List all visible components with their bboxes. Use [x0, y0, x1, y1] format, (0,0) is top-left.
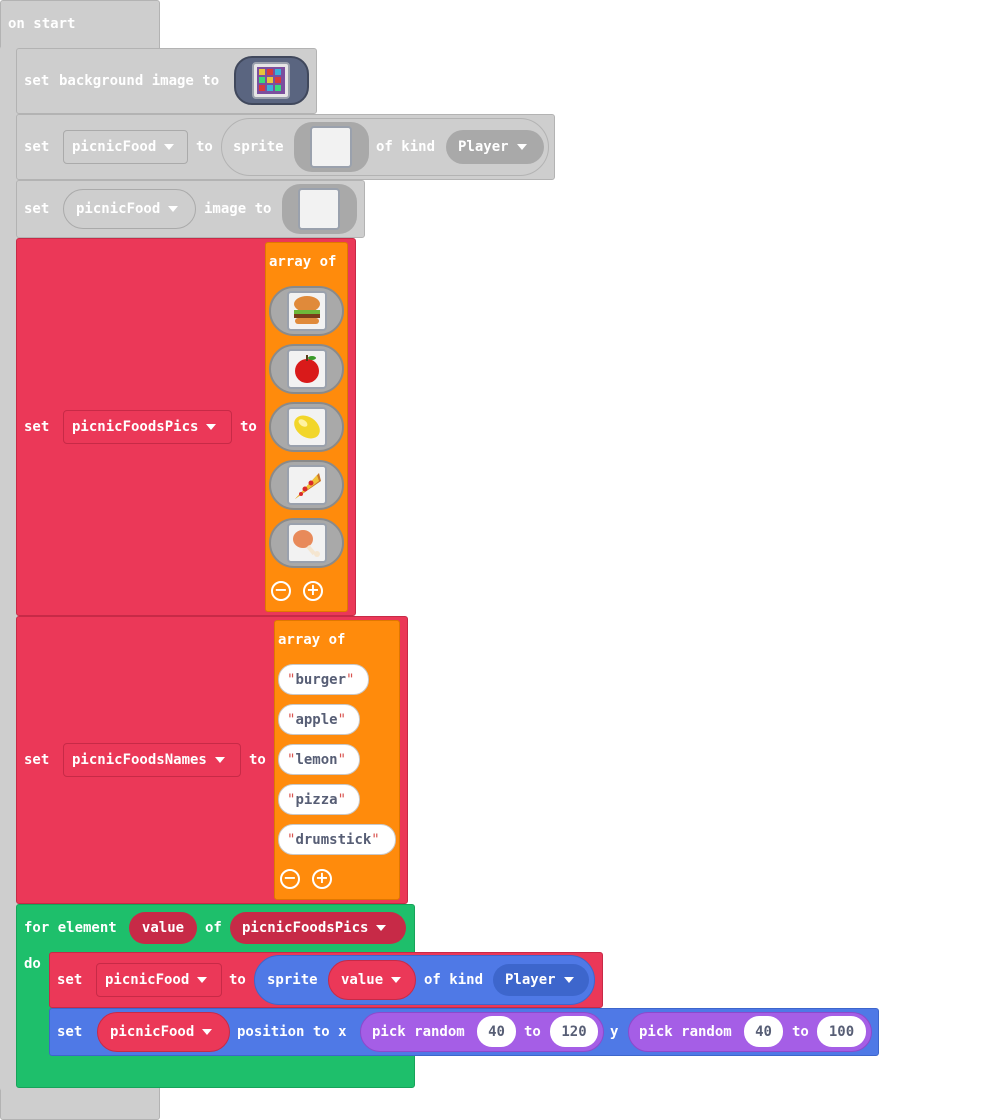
variable-name: picnicFoodsNames	[72, 752, 207, 768]
array-variable-dropdown[interactable]: picnicFoodsPics	[230, 912, 406, 944]
image-to-label: image to	[204, 201, 272, 217]
chevron-down-icon	[164, 144, 175, 150]
to-label: to	[229, 972, 246, 988]
chevron-down-icon	[516, 144, 527, 150]
array-variable-name: picnicFoodsPics	[242, 920, 369, 936]
y-label: y	[610, 1024, 619, 1040]
add-item-button[interactable]: +	[303, 581, 323, 601]
variable-name: picnicFood	[110, 1024, 195, 1040]
chevron-down-icon	[202, 1029, 213, 1035]
set-keyword: set	[24, 419, 50, 435]
variable-name: picnicFood	[76, 201, 161, 217]
loop-variable-name: value	[141, 920, 185, 936]
string-item-drumstick[interactable]: " drumstick "	[278, 824, 396, 855]
set-keyword: set	[24, 752, 50, 768]
sprite-label: sprite	[267, 972, 318, 988]
drumstick-graphic	[293, 530, 320, 557]
chevron-down-icon	[197, 977, 208, 983]
to-label: to	[792, 1024, 809, 1040]
background-image-label: background image to	[59, 73, 220, 89]
tiled-pattern-graphic	[257, 67, 285, 94]
to-label: to	[524, 1024, 541, 1040]
lemon-icon[interactable]	[287, 407, 327, 447]
variable-name: picnicFood	[72, 139, 157, 155]
to-label: to	[196, 139, 213, 155]
variable-name: picnicFood	[105, 972, 190, 988]
variable-dropdown[interactable]: picnicFoodsNames	[63, 743, 241, 777]
kind-name: Player	[505, 972, 556, 988]
on-start-inner-bar	[0, 46, 16, 1091]
string-item-burger[interactable]: " burger "	[278, 664, 369, 695]
variable-dropdown[interactable]: picnicFoodsPics	[63, 410, 232, 444]
kind-name: Player	[458, 139, 509, 155]
y-max-input[interactable]: 100	[817, 1016, 866, 1047]
burger-icon[interactable]	[287, 291, 327, 331]
of-label: of	[205, 920, 222, 936]
chevron-down-icon	[214, 757, 225, 763]
of-kind-label: of kind	[376, 139, 436, 155]
pick-random-label: pick random	[639, 1024, 732, 1040]
variable-name: picnicFoodsPics	[72, 419, 199, 435]
apple-icon[interactable]	[287, 349, 327, 389]
array-of-label: array of	[278, 632, 346, 648]
to-label: to	[249, 752, 266, 768]
chevron-down-icon	[376, 925, 387, 931]
x-max-input[interactable]: 120	[550, 1016, 598, 1047]
pizza-icon[interactable]	[287, 465, 327, 505]
chevron-down-icon	[563, 977, 574, 983]
string-item-pizza[interactable]: " pizza "	[278, 784, 360, 815]
set-keyword: set	[24, 201, 50, 217]
remove-item-button[interactable]: −	[280, 869, 300, 889]
variable-dropdown[interactable]: picnicFood	[97, 1012, 230, 1052]
value-variable-name: value	[341, 972, 384, 988]
position-to-x-label: position to x	[237, 1024, 347, 1040]
set-keyword: set	[24, 139, 50, 155]
do-label: do	[24, 956, 41, 972]
for-element-label: for element	[24, 920, 117, 936]
apple-graphic	[295, 355, 319, 383]
kind-dropdown[interactable]: Player	[446, 130, 544, 164]
chevron-down-icon	[168, 206, 179, 212]
pick-random-label: pick random	[372, 1024, 465, 1040]
y-min-input[interactable]: 40	[744, 1016, 783, 1047]
array-of-label: array of	[269, 254, 337, 270]
drumstick-icon[interactable]	[287, 523, 327, 563]
on-start-label: on start	[8, 16, 76, 32]
variable-dropdown[interactable]: picnicFood	[63, 189, 196, 229]
of-kind-label: of kind	[424, 972, 484, 988]
lemon-graphic	[294, 415, 320, 439]
pizza-graphic	[295, 473, 321, 499]
add-item-button[interactable]: +	[312, 869, 332, 889]
variable-dropdown[interactable]: picnicFood	[96, 963, 222, 997]
remove-item-button[interactable]: −	[271, 581, 291, 601]
x-min-input[interactable]: 40	[477, 1016, 516, 1047]
value-variable-dropdown[interactable]: value	[328, 960, 416, 1000]
tiled-pattern-icon[interactable]	[252, 62, 290, 99]
string-item-lemon[interactable]: " lemon "	[278, 744, 360, 775]
string-item-apple[interactable]: " apple "	[278, 704, 360, 735]
set-keyword: set	[57, 972, 83, 988]
sprite-image-box[interactable]	[310, 126, 352, 168]
loop-variable[interactable]: value	[129, 912, 197, 944]
chevron-down-icon	[391, 977, 402, 983]
variable-dropdown[interactable]: picnicFood	[63, 130, 188, 164]
kind-dropdown[interactable]: Player	[493, 964, 589, 996]
image-box[interactable]	[298, 188, 340, 230]
set-keyword: set	[24, 73, 50, 89]
burger-graphic	[294, 296, 320, 324]
sprite-label: sprite	[233, 139, 284, 155]
chevron-down-icon	[206, 424, 217, 430]
to-label: to	[240, 419, 257, 435]
set-keyword: set	[57, 1024, 83, 1040]
